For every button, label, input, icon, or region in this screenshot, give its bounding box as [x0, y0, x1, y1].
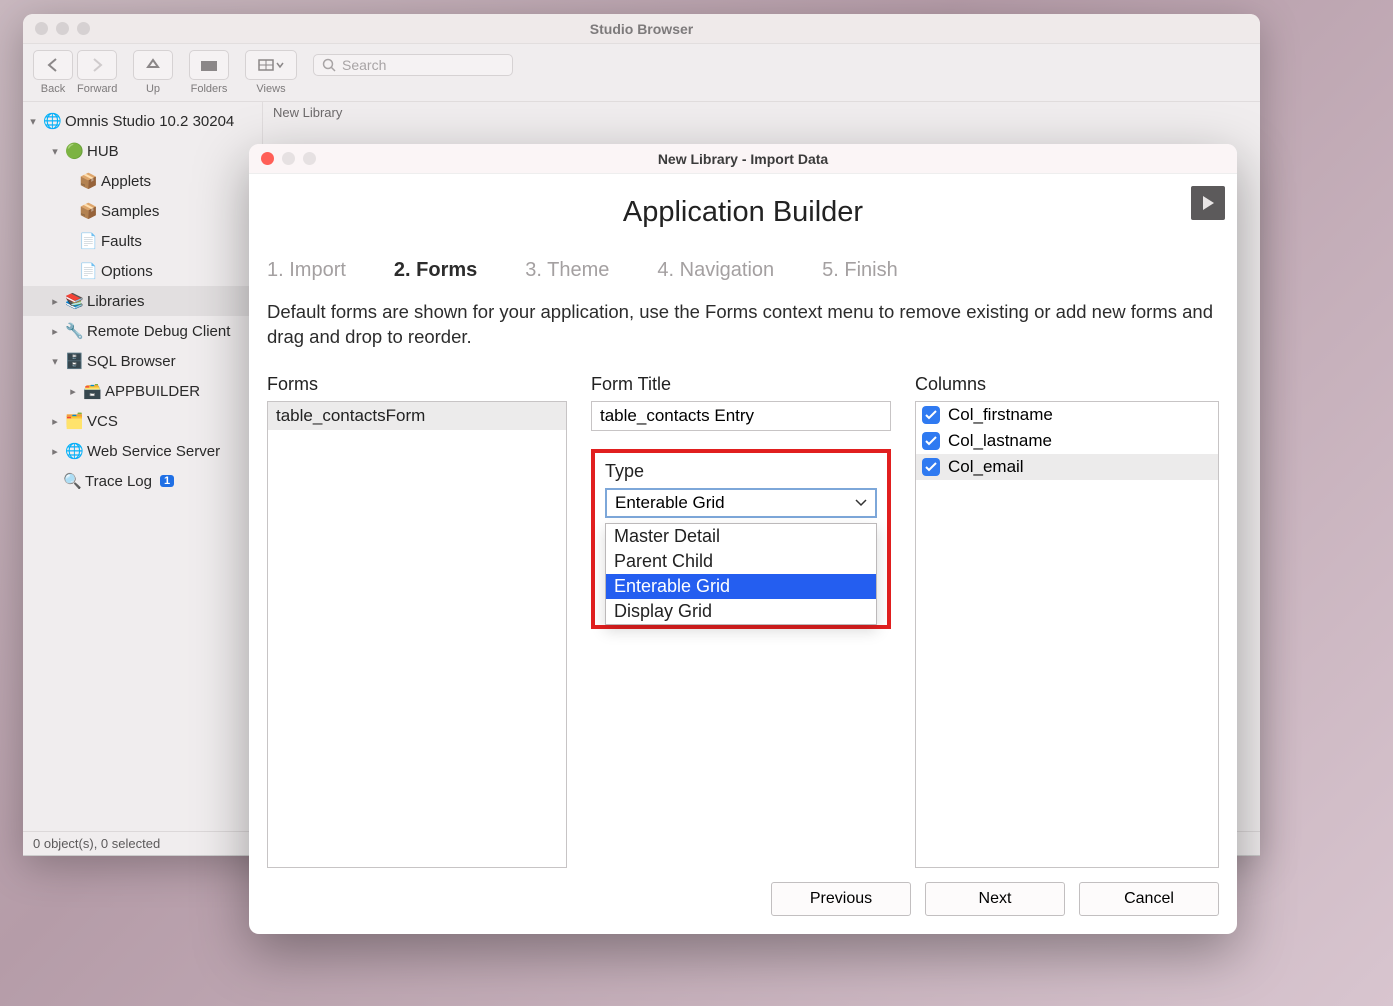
step-navigation[interactable]: 4. Navigation — [657, 259, 774, 282]
checkbox-icon[interactable] — [922, 406, 940, 424]
column-row[interactable]: Col_lastname — [916, 428, 1218, 454]
browser-title: Studio Browser — [590, 21, 693, 37]
dd-item-enterable-grid[interactable]: Enterable Grid — [606, 574, 876, 599]
tree-root[interactable]: ▾🌐Omnis Studio 10.2 30204 — [23, 106, 262, 136]
search-placeholder: Search — [342, 57, 386, 73]
debug-icon: 🔧 — [65, 322, 83, 340]
checkbox-icon[interactable] — [922, 458, 940, 476]
column-label: Col_firstname — [948, 405, 1053, 425]
column-label: Col_email — [948, 457, 1024, 477]
type-select[interactable]: Enterable Grid — [605, 488, 877, 518]
wizard-steps: 1. Import 2. Forms 3. Theme 4. Navigatio… — [249, 229, 1237, 300]
forms-listbox[interactable]: table_contactsForm — [267, 401, 567, 868]
forward-label: Forward — [77, 83, 117, 95]
previous-button[interactable]: Previous — [771, 882, 911, 916]
columns-label: Columns — [915, 374, 1219, 395]
tree-appbuilder[interactable]: ▸🗃️APPBUILDER — [23, 376, 262, 406]
web-service-icon: 🌐 — [65, 442, 83, 460]
modal-titlebar: New Library - Import Data — [249, 144, 1237, 174]
type-dropdown[interactable]: Master Detail Parent Child Enterable Gri… — [605, 523, 877, 625]
type-label: Type — [605, 461, 877, 482]
tree-options[interactable]: 📄Options — [23, 256, 262, 286]
forward-button[interactable] — [77, 50, 117, 80]
minimize-icon[interactable] — [56, 22, 69, 35]
vcs-icon: 🗂️ — [65, 412, 83, 430]
step-finish[interactable]: 5. Finish — [822, 259, 898, 282]
maximize-icon[interactable] — [303, 152, 316, 165]
minimize-icon[interactable] — [282, 152, 295, 165]
column-label: Col_lastname — [948, 431, 1052, 451]
modal-window-controls — [261, 152, 316, 165]
modal-footer: Previous Next Cancel — [249, 868, 1237, 934]
column-row[interactable]: Col_firstname — [916, 402, 1218, 428]
libraries-icon: 📚 — [65, 292, 83, 310]
step-theme[interactable]: 3. Theme — [525, 259, 609, 282]
tree-trace-log[interactable]: 🔍Trace Log1 — [23, 466, 262, 496]
modal-heading: Application Builder — [271, 196, 1215, 229]
step-forms[interactable]: 2. Forms — [394, 259, 477, 282]
tree-samples[interactable]: 📦Samples — [23, 196, 262, 226]
column-row[interactable]: Col_email — [916, 454, 1218, 480]
import-data-modal: New Library - Import Data Application Bu… — [249, 144, 1237, 934]
checkbox-icon[interactable] — [922, 432, 940, 450]
sidebar-tree[interactable]: ▾🌐Omnis Studio 10.2 30204 ▾🟢HUB 📦Applets… — [23, 102, 263, 831]
back-label: Back — [33, 83, 73, 95]
faults-icon: 📄 — [79, 232, 97, 250]
list-item[interactable]: table_contactsForm — [268, 402, 566, 430]
up-label: Up — [146, 83, 160, 95]
sql-icon: 🗄️ — [65, 352, 83, 370]
browser-toolbar: Back Forward Up Folders Views Search — [23, 44, 1260, 102]
applets-icon: 📦 — [79, 172, 97, 190]
globe-icon: 🌐 — [43, 112, 61, 130]
tree-remote-debug[interactable]: ▸🔧Remote Debug Client — [23, 316, 262, 346]
tree-sql-browser[interactable]: ▾🗄️SQL Browser — [23, 346, 262, 376]
play-icon — [1201, 195, 1215, 211]
play-button[interactable] — [1191, 186, 1225, 220]
type-highlight-box: Type Enterable Grid Master Detail Parent… — [591, 449, 891, 629]
form-title-input[interactable] — [591, 401, 891, 431]
maximize-icon[interactable] — [77, 22, 90, 35]
close-icon[interactable] — [35, 22, 48, 35]
next-button[interactable]: Next — [925, 882, 1065, 916]
search-icon — [322, 58, 336, 72]
cancel-button[interactable]: Cancel — [1079, 882, 1219, 916]
modal-title: New Library - Import Data — [658, 151, 828, 167]
tree-wss[interactable]: ▸🌐Web Service Server — [23, 436, 262, 466]
dd-item-display-grid[interactable]: Display Grid — [606, 599, 876, 624]
folders-label: Folders — [191, 83, 228, 95]
tree-vcs[interactable]: ▸🗂️VCS — [23, 406, 262, 436]
browser-titlebar: Studio Browser — [23, 14, 1260, 44]
form-title-label: Form Title — [591, 374, 891, 395]
step-import[interactable]: 1. Import — [267, 259, 346, 282]
trace-badge: 1 — [160, 475, 174, 487]
folders-button[interactable] — [189, 50, 229, 80]
chevron-down-icon — [855, 499, 867, 507]
dd-item-master-detail[interactable]: Master Detail — [606, 524, 876, 549]
columns-listbox[interactable]: Col_firstname Col_lastname Col_email — [915, 401, 1219, 868]
options-icon: 📄 — [79, 262, 97, 280]
back-button[interactable] — [33, 50, 73, 80]
type-select-value: Enterable Grid — [615, 493, 725, 513]
views-button[interactable] — [245, 50, 297, 80]
dd-item-parent-child[interactable]: Parent Child — [606, 549, 876, 574]
forms-label: Forms — [267, 374, 567, 395]
samples-icon: 📦 — [79, 202, 97, 220]
tree-hub[interactable]: ▾🟢HUB — [23, 136, 262, 166]
hub-icon: 🟢 — [65, 142, 83, 160]
step-description: Default forms are shown for your applica… — [249, 300, 1237, 364]
tree-libraries[interactable]: ▸📚Libraries — [23, 286, 262, 316]
up-button[interactable] — [133, 50, 173, 80]
db-icon: 🗃️ — [83, 382, 101, 400]
tree-faults[interactable]: 📄Faults — [23, 226, 262, 256]
trace-icon: 🔍 — [63, 472, 81, 490]
tree-applets[interactable]: 📦Applets — [23, 166, 262, 196]
window-controls — [35, 22, 90, 35]
search-input[interactable]: Search — [313, 54, 513, 76]
close-icon[interactable] — [261, 152, 274, 165]
views-label: Views — [256, 83, 285, 95]
